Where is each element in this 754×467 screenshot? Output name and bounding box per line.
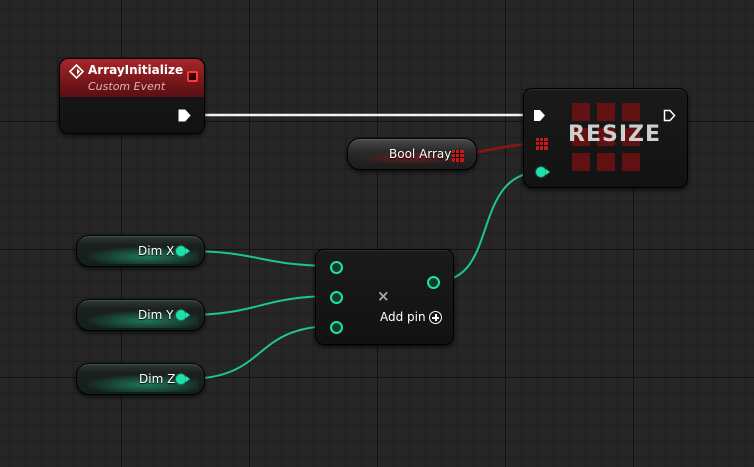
add-pin-plus-icon[interactable] [429,311,442,324]
resize-node[interactable]: RESIZE [523,88,688,188]
dim-z-variable-node[interactable]: Dim Z [76,363,205,395]
dim-z-label: Dim Z [139,372,176,386]
dim-z-output-pin[interactable] [176,374,190,384]
dim-y-variable-node[interactable]: Dim Y [76,299,205,331]
event-node-title: ArrayInitialize [88,63,184,77]
multiply-input-pin-a[interactable] [330,261,343,274]
dim-x-wire[interactable] [185,250,336,267]
resize-exec-input-pin[interactable] [533,109,546,122]
dim-x-label: Dim X [138,244,175,258]
multiply-input-pin-b[interactable] [330,291,343,304]
multiply-icon: × [377,287,390,305]
event-exec-output-pin[interactable] [178,109,191,122]
resize-node-title: RESIZE [568,122,661,147]
dim-x-variable-node[interactable]: Dim X [76,235,205,267]
event-node-header: ArrayInitialize Custom Event [60,59,204,97]
dim-z-wire[interactable] [185,325,336,380]
resize-exec-output-pin[interactable] [663,109,676,122]
multiply-output-pin[interactable] [427,276,440,289]
dim-y-label: Dim Y [138,308,174,322]
delegate-output-pin[interactable] [187,71,198,82]
bool-array-label: Bool Array [389,147,452,161]
event-node-subtitle: Custom Event [88,80,166,93]
multiply-node[interactable]: × Add pin [315,249,454,345]
bool-array-output-pin[interactable] [452,150,464,162]
resize-size-input-pin[interactable] [536,167,550,177]
multiply-input-pin-c[interactable] [330,321,343,334]
bool-array-variable-node[interactable]: Bool Array [347,138,477,170]
array-initialize-event-node[interactable]: ArrayInitialize Custom Event [59,58,205,134]
resize-target-array-pin[interactable] [536,138,548,150]
dim-y-output-pin[interactable] [176,310,190,320]
dim-y-wire[interactable] [185,295,336,316]
event-diamond-icon [69,64,84,79]
dim-x-output-pin[interactable] [176,246,190,256]
add-pin-label[interactable]: Add pin [380,310,426,324]
